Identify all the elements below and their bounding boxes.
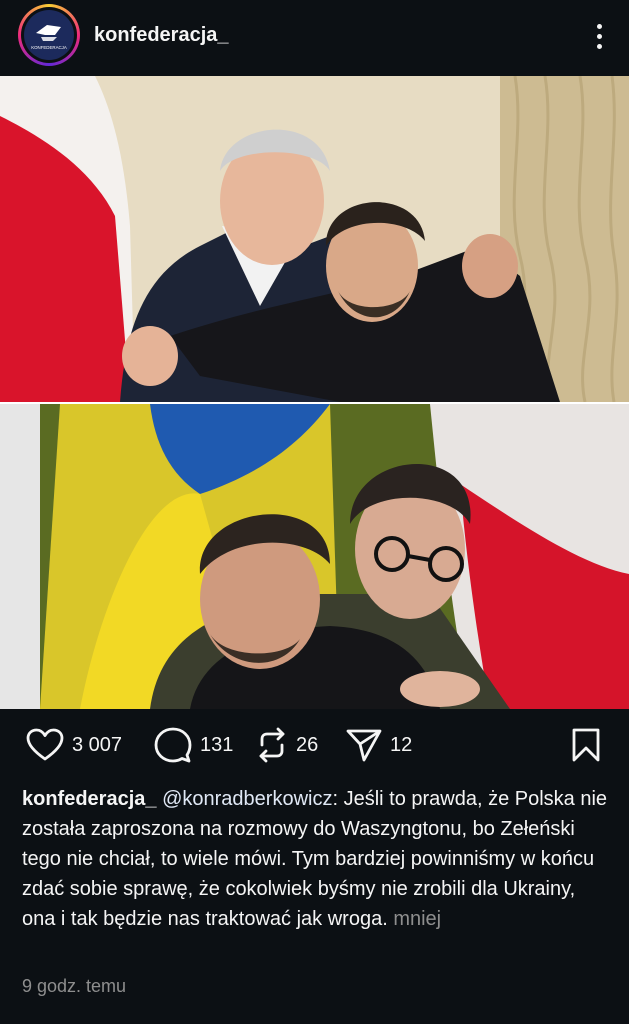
send-icon [346,729,382,762]
avatar[interactable]: KONFEDERACJA [18,4,80,66]
post-header: KONFEDERACJA konfederacja_ [0,0,629,76]
save-button[interactable] [571,728,601,767]
more-options-button[interactable] [587,18,611,54]
show-less-button[interactable]: mniej [393,908,441,930]
shares-count: 12 [390,733,413,756]
post-timestamp: 9 godz. temu [22,976,127,996]
konfederacja-logo-icon: KONFEDERACJA [24,10,74,60]
repost-button[interactable]: 26 [256,722,318,768]
heart-icon [26,728,64,761]
bookmark-icon [572,728,600,762]
repost-icon [259,727,285,763]
share-button[interactable]: 12 [346,722,412,768]
post-photo-2[interactable] [0,404,629,709]
comments-count: 131 [200,733,234,756]
caption-username[interactable]: konfederacja_ [22,788,157,810]
likes-count: 3 007 [72,733,123,756]
caption-mention[interactable]: @konradberkowicz [162,788,332,810]
comment-icon [154,727,192,763]
reposts-count: 26 [296,733,319,756]
post-caption: konfederacja_ @konradberkowicz: Jeśli to… [22,784,612,934]
avatar-text: KONFEDERACJA [31,45,67,50]
post-username[interactable]: konfederacja_ [94,24,229,47]
more-vertical-icon [596,23,602,29]
comment-button[interactable]: 131 [154,722,233,768]
like-button[interactable]: 3 007 [26,722,122,768]
post-actions: 3 007 131 26 12 [0,722,629,768]
post-photo-1[interactable] [0,76,629,402]
